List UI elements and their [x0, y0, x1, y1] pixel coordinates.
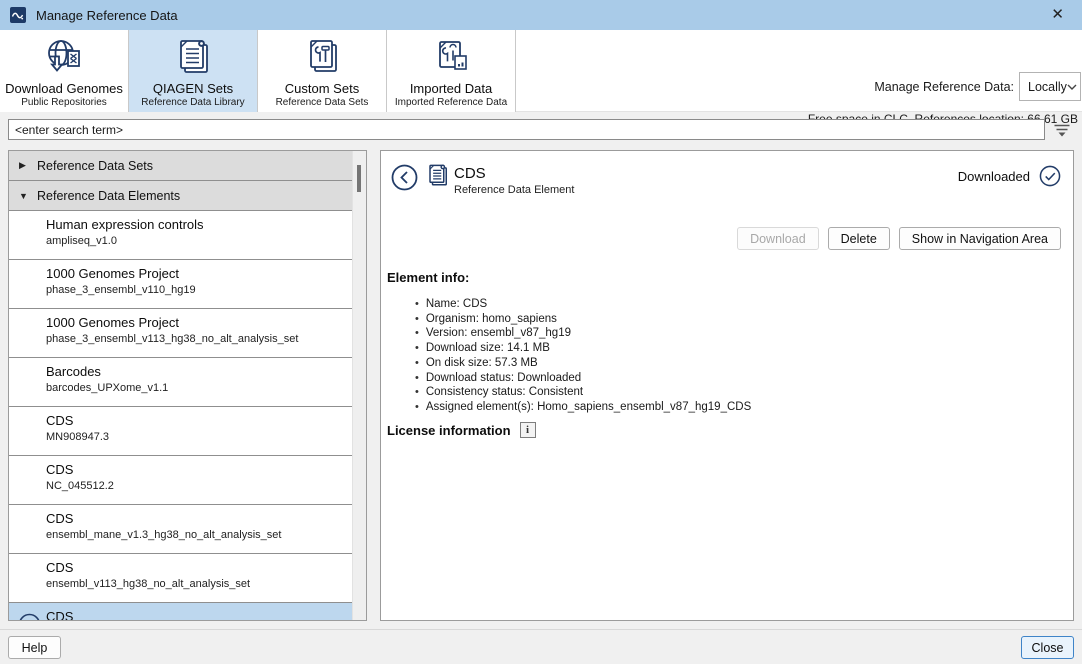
list-item[interactable]: 1000 Genomes Project phase_3_ensembl_v11…: [9, 260, 353, 309]
tab-label: QIAGEN Sets: [153, 81, 233, 96]
list-item[interactable]: 1000 Genomes Project phase_3_ensembl_v11…: [9, 309, 353, 358]
list-item-version: barcodes_UPXome_v1.1: [46, 382, 353, 395]
element-info-line: Organism: homo_sapiens: [415, 312, 751, 327]
document-import-icon: [431, 35, 471, 81]
list-item-name: Barcodes: [46, 364, 353, 380]
location-dropdown[interactable]: Locally: [1019, 72, 1081, 101]
element-info-line: Version: ensembl_v87_hg19: [415, 326, 751, 341]
element-info-line: On disk size: 57.3 MB: [415, 356, 751, 371]
list-item-name: Human expression controls: [46, 217, 353, 233]
list-scrollbar-track[interactable]: [352, 151, 366, 620]
tab-label: Download Genomes: [5, 81, 123, 96]
list-item-version: MN908947.3: [46, 431, 353, 444]
delete-button[interactable]: Delete: [828, 227, 890, 250]
element-info-line: Name: CDS: [415, 297, 751, 312]
globe-download-icon: [42, 35, 86, 81]
chevron-down-icon: [1067, 84, 1077, 90]
tab-imported-data[interactable]: Imported Data Imported Reference Data: [387, 30, 516, 112]
search-input[interactable]: [8, 119, 1045, 140]
element-title: CDS: [454, 165, 486, 182]
reference-data-list: ▶ Reference Data Sets ▼ Reference Data E…: [9, 151, 353, 620]
reference-data-sidebar: ▶ Reference Data Sets ▼ Reference Data E…: [8, 150, 367, 621]
list-item-name: CDS: [46, 560, 353, 576]
download-status-label: Downloaded: [958, 169, 1030, 184]
download-status: Downloaded: [958, 165, 1061, 187]
list-item-version: phase_3_ensembl_v113_hg38_no_alt_analysi…: [46, 333, 353, 346]
collapsed-arrow-icon: ▶: [19, 160, 28, 171]
list-item-version: ampliseq_v1.0: [46, 235, 353, 248]
list-item-name: CDS: [46, 462, 353, 478]
check-circle-icon: [18, 613, 41, 620]
list-item-name: 1000 Genomes Project: [46, 266, 353, 282]
close-window-icon[interactable]: ✕: [1045, 3, 1070, 25]
element-info-line: Assigned element(s): Homo_sapiens_ensemb…: [415, 400, 751, 415]
info-icon[interactable]: i: [520, 422, 536, 438]
list-item-name: CDS: [46, 609, 353, 620]
footer-separator: [0, 629, 1082, 630]
list-item-version: NC_045512.2: [46, 480, 353, 493]
tab-sublabel: Imported Reference Data: [395, 97, 507, 109]
tab-sublabel: Public Repositories: [21, 97, 107, 109]
close-button[interactable]: Close: [1021, 636, 1074, 659]
list-item-name: 1000 Genomes Project: [46, 315, 353, 331]
list-item-name: CDS: [46, 511, 353, 527]
document-list-icon: [425, 162, 450, 190]
list-item-name: CDS: [46, 413, 353, 429]
help-button[interactable]: Help: [8, 636, 61, 659]
element-info-line: Consistency status: Consistent: [415, 385, 751, 400]
list-item[interactable]: CDS ensembl_v87_hg19: [9, 603, 353, 620]
tab-sublabel: Reference Data Sets: [276, 97, 369, 109]
manage-reference-data-label: Manage Reference Data:: [874, 80, 1014, 94]
license-information-row: License information i: [387, 422, 536, 438]
element-info-list: Name: CDS Organism: homo_sapiens Version…: [415, 297, 751, 415]
download-button[interactable]: Download: [737, 227, 819, 250]
filter-icon[interactable]: [1050, 120, 1074, 140]
location-dropdown-value: Locally: [1028, 80, 1067, 94]
tab-sublabel: Reference Data Library: [141, 97, 244, 109]
document-list-icon: [173, 35, 213, 81]
list-item[interactable]: CDS MN908947.3: [9, 407, 353, 456]
element-info-heading: Element info:: [387, 270, 469, 285]
tab-label: Custom Sets: [285, 81, 359, 96]
list-item[interactable]: Barcodes barcodes_UPXome_v1.1: [9, 358, 353, 407]
list-item[interactable]: Human expression controls ampliseq_v1.0: [9, 211, 353, 260]
list-item[interactable]: CDS ensembl_v113_hg38_no_alt_analysis_se…: [9, 554, 353, 603]
clc-app-icon: [10, 7, 26, 23]
element-info-line: Download status: Downloaded: [415, 371, 751, 386]
action-button-row: Download Delete Show in Navigation Area: [737, 227, 1061, 250]
group-reference-data-sets[interactable]: ▶ Reference Data Sets: [9, 151, 353, 181]
list-scrollbar-thumb[interactable]: [357, 165, 361, 192]
element-detail-panel: CDS Reference Data Element Downloaded Do…: [380, 150, 1074, 621]
tab-custom-sets[interactable]: Custom Sets Reference Data Sets: [258, 30, 387, 112]
expanded-arrow-icon: ▼: [19, 191, 28, 201]
tab-qiagen-sets[interactable]: QIAGEN Sets Reference Data Library: [129, 30, 258, 112]
check-circle-icon: [1039, 165, 1061, 187]
tab-label: Imported Data: [410, 81, 492, 96]
list-item[interactable]: CDS ensembl_mane_v1.3_hg38_no_alt_analys…: [9, 505, 353, 554]
document-tools-icon: [302, 35, 342, 81]
back-button[interactable]: [391, 164, 418, 191]
show-in-navigation-area-button[interactable]: Show in Navigation Area: [899, 227, 1061, 250]
element-subtitle: Reference Data Element: [454, 184, 574, 196]
element-info-line: Download size: 14.1 MB: [415, 341, 751, 356]
list-item-version: phase_3_ensembl_v110_hg19: [46, 284, 353, 297]
group-reference-data-elements[interactable]: ▼ Reference Data Elements: [9, 181, 353, 211]
group-label: Reference Data Sets: [37, 159, 153, 173]
tab-bar: Download Genomes Public Repositories QIA…: [0, 30, 1082, 112]
tab-download-genomes[interactable]: Download Genomes Public Repositories: [0, 30, 129, 112]
list-item-version: ensembl_v113_hg38_no_alt_analysis_set: [46, 578, 353, 591]
window-title: Manage Reference Data: [36, 8, 178, 23]
titlebar: Manage Reference Data ✕: [0, 0, 1082, 30]
list-item[interactable]: CDS NC_045512.2: [9, 456, 353, 505]
license-information-label: License information: [387, 423, 511, 438]
list-item-version: ensembl_mane_v1.3_hg38_no_alt_analysis_s…: [46, 529, 353, 542]
group-label: Reference Data Elements: [37, 189, 180, 203]
